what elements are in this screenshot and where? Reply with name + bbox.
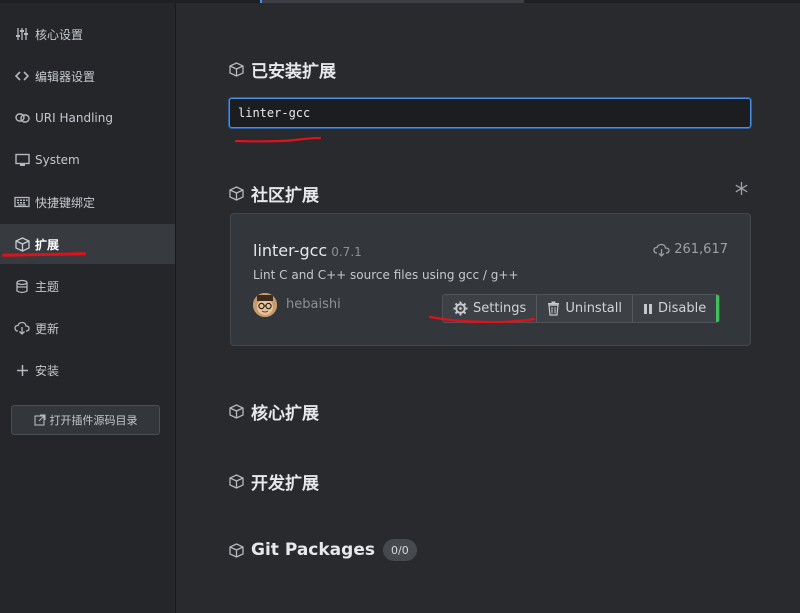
button-label: Disable bbox=[658, 301, 707, 316]
annotation-underline bbox=[428, 315, 536, 324]
monitor-icon bbox=[14, 152, 30, 168]
section-title-text: 核心扩展 bbox=[251, 404, 319, 424]
section-title-text: Git Packages bbox=[251, 540, 375, 560]
section-title-text: 开发扩展 bbox=[251, 474, 319, 494]
sidebar-item-label: 快捷键绑定 bbox=[35, 195, 96, 210]
keyboard-icon bbox=[14, 194, 30, 210]
package-icon bbox=[14, 236, 30, 252]
sidebar-item-label: System bbox=[35, 153, 80, 167]
git-packages-heading: Git Packages 0/0 bbox=[229, 539, 417, 561]
package-icon bbox=[229, 62, 244, 77]
open-dir-label: 打开插件源码目录 bbox=[49, 414, 138, 427]
button-label: Uninstall bbox=[565, 301, 622, 316]
core-packages-heading: 核心扩展 bbox=[229, 399, 319, 424]
sidebar-item-themes[interactable]: 主题 bbox=[0, 266, 175, 306]
sidebar-item-keybindings[interactable]: 快捷键绑定 bbox=[0, 182, 175, 222]
sidebar-item-label: 编辑器设置 bbox=[35, 69, 96, 84]
cloud-download-icon bbox=[653, 243, 670, 257]
sidebar-item-uri-handling[interactable]: URI Handling bbox=[0, 98, 175, 138]
sidebar-item-label: 核心设置 bbox=[35, 27, 84, 42]
link-icon bbox=[14, 110, 30, 126]
cloud-download-icon bbox=[14, 320, 30, 336]
package-description: Lint C and C++ source files using gcc / … bbox=[253, 268, 519, 282]
section-title-text: 已安装扩展 bbox=[251, 62, 336, 82]
settings-sidebar: 核心设置 编辑器设置 URI Handling System 快捷键绑定 扩展 … bbox=[0, 3, 176, 613]
package-name[interactable]: linter-gcc bbox=[253, 241, 327, 260]
package-version: 0.7.1 bbox=[331, 245, 362, 259]
git-packages-count-badge: 0/0 bbox=[382, 539, 417, 561]
package-icon bbox=[229, 542, 244, 558]
sidebar-item-label: 安装 bbox=[35, 363, 60, 378]
plus-icon bbox=[14, 362, 30, 378]
sidebar-item-core-settings[interactable]: 核心设置 bbox=[0, 14, 175, 54]
sidebar-item-label: 更新 bbox=[35, 321, 60, 336]
open-packages-dir-button[interactable]: 打开插件源码目录 bbox=[11, 405, 160, 435]
installed-packages-heading: 已安装扩展 bbox=[229, 57, 336, 82]
sidebar-item-label: URI Handling bbox=[35, 111, 113, 125]
sidebar-item-system[interactable]: System bbox=[0, 140, 175, 180]
package-icon bbox=[229, 186, 244, 201]
section-title-text: 社区扩展 bbox=[251, 186, 319, 206]
disable-button[interactable]: Disable bbox=[633, 295, 720, 322]
annotation-underline bbox=[235, 137, 321, 143]
package-icon bbox=[229, 404, 244, 419]
dev-packages-heading: 开发扩展 bbox=[229, 469, 319, 494]
package-icon bbox=[229, 474, 244, 489]
paintcan-icon bbox=[14, 278, 30, 294]
sidebar-item-install[interactable]: 安装 bbox=[0, 350, 175, 390]
sidebar-item-packages[interactable]: 扩展 bbox=[0, 224, 175, 264]
snowflake-icon[interactable] bbox=[734, 181, 749, 196]
trash-icon bbox=[547, 301, 560, 316]
package-author[interactable]: hebaishi bbox=[286, 297, 341, 312]
sidebar-item-updates[interactable]: 更新 bbox=[0, 308, 175, 348]
sliders-icon bbox=[14, 26, 30, 42]
package-filter-input[interactable] bbox=[229, 98, 751, 128]
author-avatar[interactable] bbox=[253, 293, 277, 317]
download-count-value: 261,617 bbox=[674, 242, 728, 257]
community-packages-heading: 社区扩展 bbox=[229, 181, 319, 206]
sidebar-item-editor-settings[interactable]: 编辑器设置 bbox=[0, 56, 175, 96]
sidebar-item-label: 扩展 bbox=[35, 237, 60, 252]
code-icon bbox=[14, 68, 30, 84]
external-link-icon bbox=[33, 414, 46, 426]
pause-icon bbox=[643, 303, 653, 315]
package-card[interactable]: linter-gcc 0.7.1 261,617 Lint C and C++ s… bbox=[230, 213, 751, 346]
package-name-row: linter-gcc 0.7.1 bbox=[253, 241, 362, 260]
uninstall-button[interactable]: Uninstall bbox=[537, 295, 633, 322]
packages-panel: 已安装扩展 社区扩展 linter-gcc 0.7.1 261,617 Lint … bbox=[177, 3, 800, 613]
download-count: 261,617 bbox=[653, 242, 728, 257]
sidebar-item-label: 主题 bbox=[35, 279, 60, 294]
